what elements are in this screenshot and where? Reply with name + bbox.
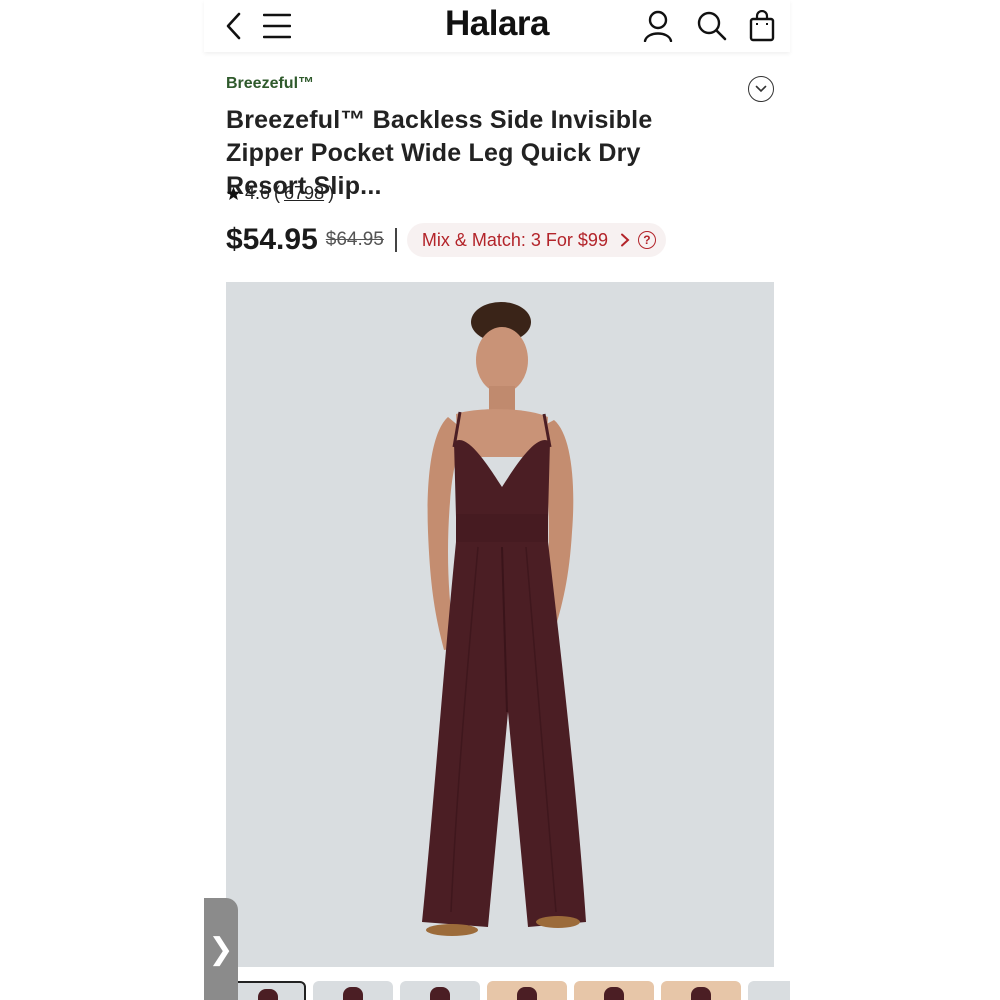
expand-details-button[interactable]	[748, 76, 774, 102]
promo-label: Mix & Match: 3 For $99	[421, 229, 608, 250]
search-icon[interactable]	[692, 6, 732, 46]
brand-link[interactable]: Breezeful™	[226, 75, 314, 93]
rating-paren-close: )	[328, 183, 335, 203]
thumbnail[interactable]	[661, 981, 741, 1000]
chevron-right-icon	[620, 233, 630, 247]
chevron-right-icon: ❯	[208, 932, 234, 966]
chevron-down-icon	[755, 85, 767, 93]
account-icon[interactable]	[638, 6, 678, 46]
thumbnail[interactable]	[487, 981, 567, 1000]
product-page: Halara Breezeful™ Breezeful™ Backless Si…	[204, 0, 790, 1000]
thumbnail[interactable]	[313, 981, 393, 1000]
thumbnail[interactable]	[574, 981, 654, 1000]
star-icon	[226, 186, 241, 200]
thumbnail[interactable]	[400, 981, 480, 1000]
back-icon[interactable]	[214, 6, 254, 46]
thumbnail[interactable]	[748, 981, 790, 1000]
product-main-image[interactable]	[226, 282, 774, 967]
side-drawer-handle[interactable]: ❯	[204, 898, 238, 1000]
rating-paren-open: (	[274, 183, 281, 203]
top-nav-bar: Halara	[204, 0, 790, 52]
current-price: $54.95	[226, 223, 318, 256]
review-count-link[interactable]: 6798	[284, 183, 324, 204]
mix-match-promo-button[interactable]: Mix & Match: 3 For $99 ?	[406, 223, 666, 257]
original-price: $64.95	[325, 229, 384, 250]
bag-icon[interactable]	[742, 6, 782, 46]
price-divider	[394, 228, 397, 252]
model-illustration	[226, 282, 774, 967]
rating-summary: 4.6 ( 6798 )	[226, 183, 334, 204]
thumbnail[interactable]	[226, 981, 306, 1000]
help-icon[interactable]: ?	[637, 231, 656, 249]
price-row: $54.95 $64.95 Mix & Match: 3 For $99 ?	[226, 222, 666, 258]
menu-icon[interactable]	[257, 6, 297, 46]
rating-value: 4.6	[245, 183, 271, 203]
thumbnail-strip	[226, 981, 790, 1000]
